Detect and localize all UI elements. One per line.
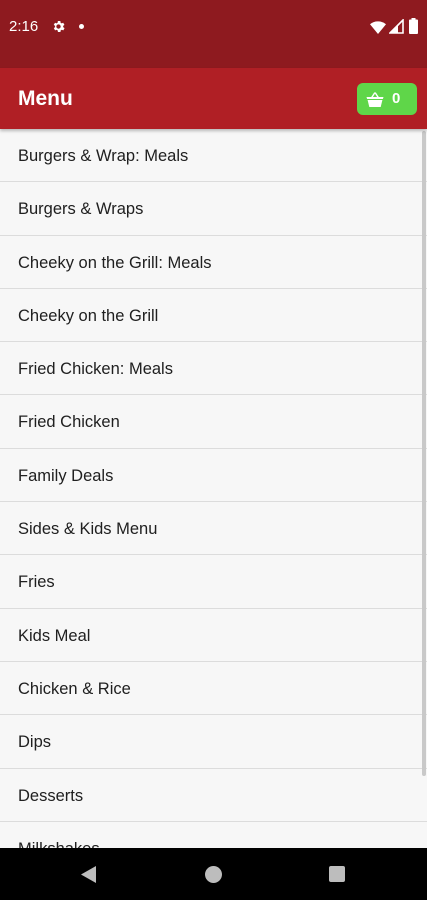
menu-category-fried-chicken[interactable]: Fried Chicken [0, 395, 427, 449]
menu-category-label: Chicken & Rice [18, 679, 131, 698]
recents-icon[interactable] [329, 866, 345, 882]
app-bar: Menu 0 [0, 68, 427, 129]
menu-category-cheeky-grill-meals[interactable]: Cheeky on the Grill: Meals [0, 236, 427, 289]
menu-category-label: Burgers & Wrap: Meals [18, 147, 189, 165]
menu-category-desserts[interactable]: Desserts [0, 769, 427, 822]
shopping-basket-icon [366, 92, 384, 107]
notification-dot-icon [79, 24, 84, 29]
status-time: 2:16 [9, 18, 39, 35]
menu-category-chicken-rice[interactable]: Chicken & Rice [0, 662, 427, 716]
menu-category-label: Fried Chicken: Meals [18, 360, 173, 379]
back-icon[interactable] [81, 866, 97, 883]
system-nav-bar [0, 848, 427, 900]
menu-category-label: Kids Meal [18, 626, 91, 645]
menu-category-family-deals[interactable]: Family Deals [0, 449, 427, 503]
menu-category-label: Dips [18, 733, 52, 752]
menu-category-list[interactable]: Burgers & Wrap: Meals Burgers & Wraps Ch… [0, 129, 427, 848]
menu-category-sides-kids-menu[interactable]: Sides & Kids Menu [0, 502, 427, 556]
status-bar: 2:16 [0, 0, 427, 68]
cart-button[interactable]: 0 [357, 83, 417, 115]
menu-category-label: Cheeky on the Grill [18, 306, 159, 325]
menu-category-burgers-wrap-meals[interactable]: Burgers & Wrap: Meals [0, 129, 427, 183]
menu-category-label: Cheeky on the Grill: Meals [18, 253, 212, 272]
gear-icon [53, 21, 65, 32]
menu-category-kids-meal[interactable]: Kids Meal [0, 609, 427, 662]
page-title: Menu [18, 87, 73, 110]
menu-category-fries[interactable]: Fries [0, 555, 427, 609]
menu-category-label: Burgers & Wraps [18, 200, 144, 219]
menu-category-label: Fried Chicken [18, 413, 120, 432]
menu-category-label: Sides & Kids Menu [18, 520, 158, 539]
menu-category-fried-chicken-meals[interactable]: Fried Chicken: Meals [0, 342, 427, 396]
menu-category-dips[interactable]: Dips [0, 715, 427, 769]
menu-category-label: Family Deals [18, 466, 114, 485]
wifi-icon [370, 21, 386, 34]
menu-category-milkshakes[interactable]: Milkshakes [0, 822, 427, 848]
menu-category-cheeky-grill[interactable]: Cheeky on the Grill [0, 289, 427, 343]
home-icon[interactable] [205, 866, 222, 883]
cart-count-badge: 0 [392, 90, 401, 107]
battery-icon [409, 18, 418, 34]
menu-category-label: Milkshakes [18, 839, 100, 848]
menu-category-label: Desserts [18, 786, 84, 805]
menu-category-burgers-wraps[interactable]: Burgers & Wraps [0, 182, 427, 236]
signal-icon [389, 19, 404, 34]
menu-category-label: Fries [18, 573, 55, 592]
list-scrollbar[interactable] [422, 131, 426, 776]
